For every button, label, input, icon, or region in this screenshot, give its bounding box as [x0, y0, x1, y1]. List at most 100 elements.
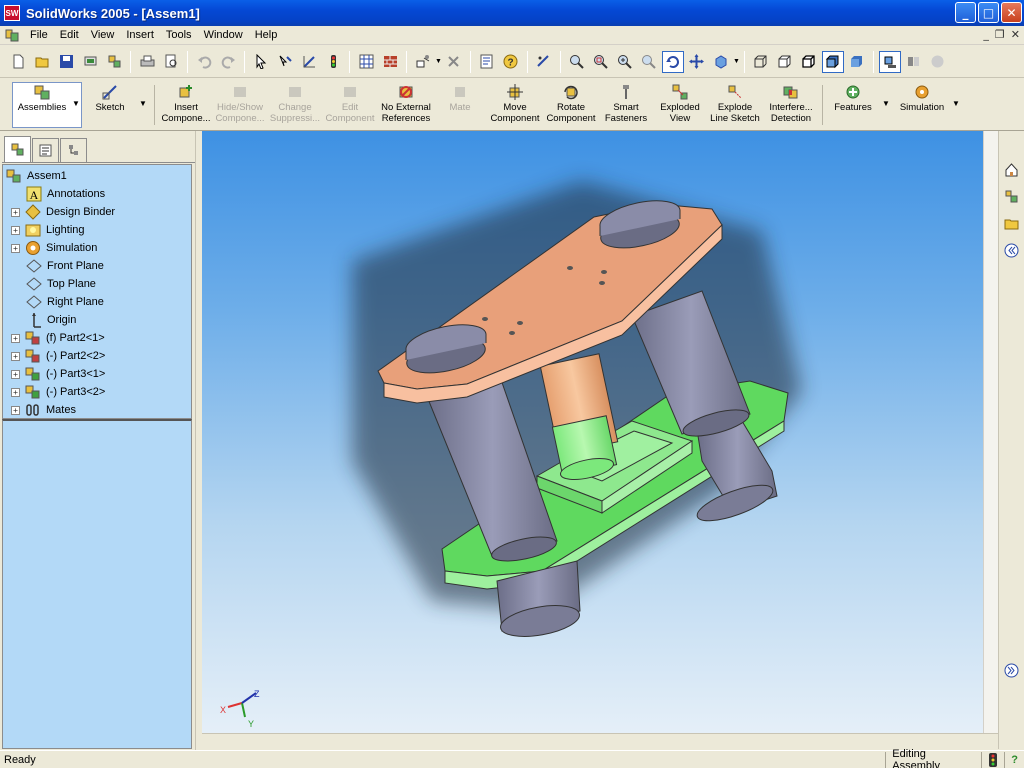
- select-other-icon[interactable]: [274, 51, 296, 73]
- tree-item-origin[interactable]: Origin: [26, 311, 76, 329]
- tree-item-top-plane[interactable]: Top Plane: [26, 275, 96, 293]
- menu-file[interactable]: File: [24, 29, 54, 41]
- properties-icon[interactable]: [443, 51, 465, 73]
- help-icon[interactable]: ?: [500, 51, 522, 73]
- wireframe-icon[interactable]: [750, 51, 772, 73]
- change-suppression-button[interactable]: Change Suppressi...: [268, 83, 322, 127]
- smart-fasteners-button[interactable]: Smart Fasteners: [602, 83, 650, 127]
- print-icon[interactable]: [136, 51, 158, 73]
- menu-insert[interactable]: Insert: [120, 29, 160, 41]
- menu-help[interactable]: Help: [249, 29, 284, 41]
- select-icon[interactable]: [250, 51, 272, 73]
- expand-pane-icon[interactable]: [1002, 660, 1022, 680]
- measure-icon[interactable]: [533, 51, 555, 73]
- tree-item-design-binder[interactable]: + Design Binder: [11, 203, 115, 221]
- rotate-view-icon[interactable]: [661, 50, 684, 73]
- expand-toggle[interactable]: +: [11, 243, 20, 253]
- expand-toggle[interactable]: +: [11, 225, 20, 235]
- tree-item-part2-1[interactable]: + (f) Part2<1>: [11, 329, 105, 347]
- doc-restore-button[interactable]: ❐: [995, 28, 1005, 41]
- menu-edit[interactable]: Edit: [54, 29, 85, 41]
- tree-root[interactable]: Assem1: [6, 167, 67, 185]
- zoom-to-selection-icon[interactable]: [638, 51, 660, 73]
- expand-toggle[interactable]: +: [11, 207, 20, 217]
- explode-line-sketch-button[interactable]: Explode Line Sketch: [708, 83, 762, 127]
- tree-item-mates[interactable]: + Mates: [11, 401, 76, 419]
- shaded-icon[interactable]: [846, 51, 868, 73]
- features-dropdown-arrow[interactable]: ▼: [882, 99, 890, 108]
- expand-toggle[interactable]: +: [11, 405, 20, 415]
- options-icon[interactable]: [412, 51, 434, 73]
- feature-manager-tab[interactable]: [4, 136, 31, 162]
- features-button[interactable]: Features: [830, 83, 876, 127]
- undo-icon[interactable]: [193, 51, 215, 73]
- edit-component-button[interactable]: Edit Component: [325, 83, 375, 127]
- shadows-icon[interactable]: [878, 50, 901, 73]
- assemblies-tab-button[interactable]: Assemblies: [16, 83, 68, 127]
- realview-icon[interactable]: [927, 51, 949, 73]
- print-preview-icon[interactable]: [160, 51, 182, 73]
- menu-tools[interactable]: Tools: [160, 29, 198, 41]
- assembly-doc-icon[interactable]: [4, 27, 20, 43]
- file-properties-icon[interactable]: [476, 51, 498, 73]
- insert-component-button[interactable]: Insert Compone...: [160, 83, 212, 127]
- expand-toggle[interactable]: +: [11, 387, 20, 397]
- grid-icon[interactable]: [355, 51, 377, 73]
- close-button[interactable]: ✕: [1001, 2, 1022, 23]
- sketch-dropdown-arrow[interactable]: ▼: [139, 99, 147, 108]
- make-assembly-icon[interactable]: [103, 51, 125, 73]
- save-icon[interactable]: [55, 51, 77, 73]
- tree-item-annotations[interactable]: A Annotations: [26, 185, 105, 203]
- tree-item-lighting[interactable]: + Lighting: [11, 221, 85, 239]
- zoom-area-icon[interactable]: [590, 51, 612, 73]
- expand-toggle[interactable]: +: [11, 351, 20, 361]
- view-orientation-icon[interactable]: [710, 51, 732, 73]
- redo-icon[interactable]: [217, 51, 239, 73]
- viewport-horizontal-scrollbar[interactable]: [202, 733, 998, 749]
- brick-icon[interactable]: [379, 51, 401, 73]
- expand-toggle[interactable]: +: [11, 333, 20, 343]
- move-component-button[interactable]: Move Component: [488, 83, 542, 127]
- doc-minimize-button[interactable]: _: [983, 28, 989, 41]
- section-view-icon[interactable]: [903, 51, 925, 73]
- new-icon[interactable]: [7, 51, 29, 73]
- exploded-view-button[interactable]: Exploded View: [656, 83, 704, 127]
- print-setup-icon[interactable]: [79, 51, 101, 73]
- graphics-viewport[interactable]: X Y Z: [202, 131, 998, 733]
- tree-item-right-plane[interactable]: Right Plane: [26, 293, 104, 311]
- menu-window[interactable]: Window: [198, 29, 249, 41]
- pan-icon[interactable]: [686, 51, 708, 73]
- collapse-pane-icon[interactable]: [1002, 240, 1022, 260]
- task-pane-home-icon[interactable]: [1002, 159, 1022, 179]
- tree-item-front-plane[interactable]: Front Plane: [26, 257, 104, 275]
- doc-close-button[interactable]: ✕: [1011, 28, 1020, 41]
- simulation-dropdown-arrow[interactable]: ▼: [952, 99, 960, 108]
- expand-toggle[interactable]: +: [11, 369, 20, 379]
- tree-item-simulation[interactable]: + Simulation: [11, 239, 97, 257]
- sketch-icon[interactable]: [298, 51, 320, 73]
- configuration-manager-tab[interactable]: [60, 138, 87, 162]
- hide-show-components-button[interactable]: Hide/Show Compone...: [213, 83, 267, 127]
- property-manager-tab[interactable]: [32, 138, 59, 162]
- no-external-references-button[interactable]: No External References: [378, 83, 434, 127]
- hidden-lines-removed-icon[interactable]: [798, 51, 820, 73]
- open-icon[interactable]: [31, 51, 53, 73]
- tree-item-part2-2[interactable]: + (-) Part2<2>: [11, 347, 105, 365]
- rebuild-icon[interactable]: [322, 51, 344, 73]
- simulation-button[interactable]: Simulation: [896, 83, 948, 127]
- sketch-tab-button[interactable]: Sketch: [86, 83, 134, 127]
- design-library-icon[interactable]: [1002, 186, 1022, 206]
- zoom-to-fit-icon[interactable]: [566, 51, 588, 73]
- file-explorer-icon[interactable]: [1002, 213, 1022, 233]
- assembly-model[interactable]: X Y Z: [202, 131, 998, 733]
- zoom-in-out-icon[interactable]: [614, 51, 636, 73]
- panel-splitter[interactable]: [195, 131, 202, 750]
- hidden-lines-visible-icon[interactable]: [774, 51, 796, 73]
- mate-button[interactable]: Mate: [444, 83, 476, 127]
- interference-detection-button[interactable]: Interfere... Detection: [764, 83, 818, 127]
- maximize-button[interactable]: □: [978, 2, 999, 23]
- tree-item-part3-1[interactable]: + (-) Part3<1>: [11, 365, 105, 383]
- help-status-icon[interactable]: ?: [1004, 751, 1024, 768]
- viewport-vertical-scrollbar[interactable]: [983, 131, 998, 733]
- menu-view[interactable]: View: [85, 29, 121, 41]
